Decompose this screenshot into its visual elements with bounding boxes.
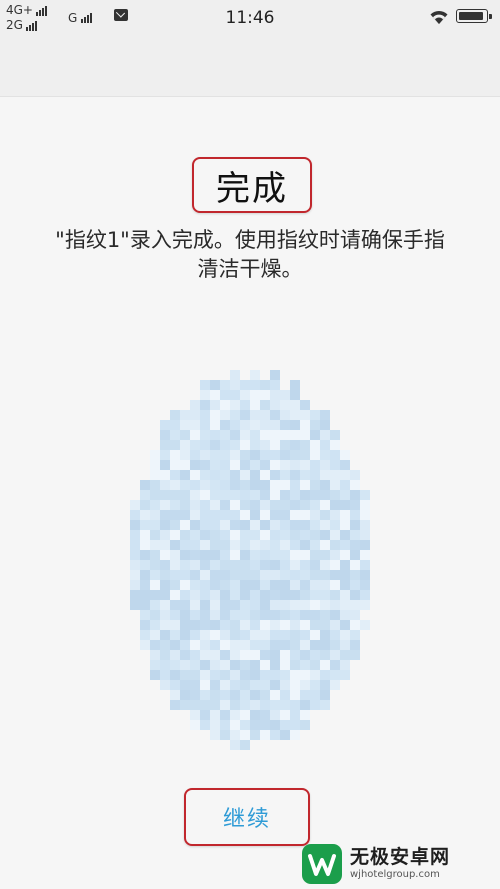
continue-button[interactable]: 继续 bbox=[184, 788, 310, 846]
battery-icon bbox=[456, 9, 492, 23]
watermark: 无极安卓网 wjhotelgroup.com bbox=[300, 838, 500, 889]
status-bar: 4G+ 2G G 11:46 bbox=[0, 0, 500, 36]
page-title: 完成 bbox=[216, 168, 288, 209]
watermark-logo-icon bbox=[302, 843, 342, 884]
wifi-icon bbox=[430, 10, 448, 24]
app-bar bbox=[0, 36, 500, 97]
fingerprint-icon bbox=[130, 370, 370, 750]
title-highlight-box: 完成 bbox=[192, 157, 312, 213]
clock: 11:46 bbox=[225, 8, 275, 28]
message-line-2: 清洁干燥。 bbox=[197, 257, 303, 281]
watermark-title: 无极安卓网 bbox=[350, 846, 451, 868]
watermark-url: wjhotelgroup.com bbox=[350, 869, 440, 880]
continue-label: 继续 bbox=[222, 807, 271, 832]
message-line-1: "指纹1"录入完成。使用指纹时请确保手指 bbox=[55, 228, 445, 252]
completion-message: "指纹1"录入完成。使用指纹时请确保手指 清洁干燥。 bbox=[20, 226, 480, 284]
